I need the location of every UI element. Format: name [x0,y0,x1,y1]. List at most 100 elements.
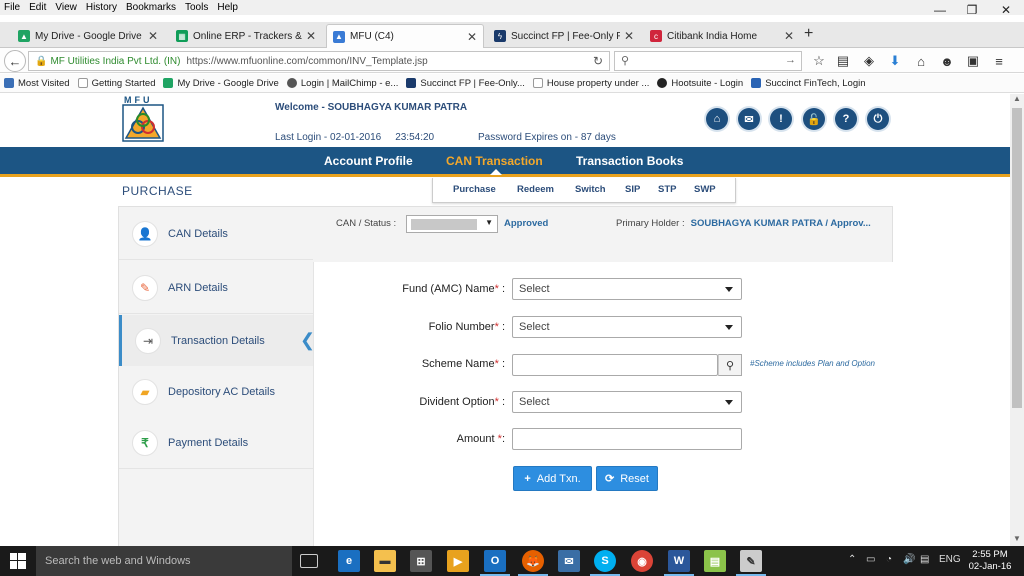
tab-online-erp[interactable]: ▦ Online ERP - Trackers & O... ✕ [170,24,322,48]
pocket-icon[interactable]: ◈ [860,52,878,70]
mail-icon[interactable]: ✉ [558,550,580,572]
language-indicator[interactable]: ENG [939,554,961,565]
paint-icon[interactable]: ✎ [736,550,766,576]
sidebar-item-can-details[interactable]: 👤 CAN Details [119,208,313,260]
tab-google-drive[interactable]: ▲ My Drive - Google Drive ✕ [12,24,164,48]
bookmark-item[interactable]: My Drive - Google Drive [163,78,279,89]
downloads-icon[interactable]: ⬇ [886,52,904,70]
menu-bookmarks[interactable]: Bookmarks [126,2,176,13]
tray-expand-icon[interactable]: ⌃ [848,554,856,565]
amount-input[interactable] [512,428,742,450]
home-icon[interactable]: ⌂ [706,108,728,130]
power-icon[interactable]: ⏻ [867,108,889,130]
close-icon[interactable]: ✕ [148,29,158,43]
new-tab-button[interactable]: + [804,25,813,43]
edge-icon[interactable]: e [338,550,360,572]
media-icon[interactable]: ▶ [447,550,469,572]
url-text[interactable]: https://www.mfuonline.com/common/INV_Tem… [186,56,427,67]
store-icon[interactable]: ⊞ [410,550,432,572]
bookmark-item[interactable]: Hootsuite - Login [657,78,743,89]
menu-history[interactable]: History [86,2,117,13]
notification-icon[interactable]: ▤ [920,554,929,565]
menu-help[interactable]: Help [217,2,238,13]
bookmark-item[interactable]: Getting Started [77,78,155,89]
nav-transaction-books[interactable]: Transaction Books [576,154,683,168]
nav-account-profile[interactable]: Account Profile [324,154,413,168]
scroll-down-icon[interactable]: ▼ [1010,534,1024,546]
tab-mfu[interactable]: ▲ MFU (C4) ✕ [326,24,484,48]
site-identity[interactable]: MF Utilities India Pvt Ltd. (IN) [50,56,180,67]
back-button[interactable]: ← [4,50,26,72]
subnav-sip[interactable]: SIP [625,184,640,195]
bookmark-star-icon[interactable]: ☆ [810,52,828,70]
fund-name-select[interactable]: Select [512,278,742,300]
clock[interactable]: 2:55 PM 02-Jan-16 [968,549,1012,573]
hamburger-menu-icon[interactable]: ≡ [990,52,1008,70]
close-window-button[interactable]: ✕ [990,0,1022,20]
help-icon[interactable]: ? [835,108,857,130]
notepad-icon[interactable]: ▤ [704,550,726,572]
word-icon[interactable]: W [664,550,694,576]
scheme-search-button[interactable]: ⚲ [718,354,742,376]
minimize-button[interactable]: — [924,0,956,20]
tab-citibank[interactable]: c Citibank India Home ✕ [644,24,800,48]
scheme-name-input[interactable] [512,354,718,376]
hello-icon[interactable]: ☻ [938,52,956,70]
volume-icon[interactable]: 🔊 [903,554,915,565]
firefox-icon[interactable]: 🦊 [518,550,548,576]
bookmark-label: Succinct FinTech, Login [765,77,866,89]
menu-tools[interactable]: Tools [185,2,208,13]
close-icon[interactable]: ✕ [306,29,316,43]
menu-edit[interactable]: Edit [29,2,46,13]
bookmark-item[interactable]: Succinct FinTech, Login [751,77,866,89]
file-explorer-icon[interactable]: ▬ [374,550,396,572]
wifi-icon[interactable]: ◔ [886,554,892,565]
bookmark-item[interactable]: Most Visited [4,78,70,89]
network-icon[interactable]: ▭ [866,554,875,565]
close-icon[interactable]: ✕ [624,29,634,43]
bookmark-item[interactable]: Succinct FP | Fee-Only... [406,78,525,89]
taskbar-search[interactable]: Search the web and Windows [36,546,292,576]
extension-icon[interactable]: ▣ [964,52,982,70]
sidebar-item-depository[interactable]: ▰ Depository AC Details [119,366,313,418]
maximize-button[interactable]: ❐ [956,0,988,20]
welcome-text: Welcome - SOUBHAGYA KUMAR PATRA [275,102,468,113]
chevron-down-icon [725,325,733,330]
task-view-icon[interactable] [300,554,318,568]
menu-file[interactable]: File [4,2,20,13]
address-bar[interactable]: 🔒 MF Utilities India Pvt Ltd. (IN) https… [28,51,610,71]
subnav-redeem[interactable]: Redeem [517,184,554,195]
outlook-icon[interactable]: O [480,550,510,576]
reload-icon[interactable]: ↻ [593,54,603,68]
lock-icon[interactable]: 🔓 [803,108,825,130]
menu-view[interactable]: View [55,2,77,13]
vertical-scrollbar[interactable]: ▲ ▼ [1010,94,1024,546]
tab-succinct-fp[interactable]: ϟ Succinct FP | Fee-Only Fin... ✕ [488,24,640,48]
can-select[interactable]: ▼ [406,215,498,233]
home-icon[interactable]: ⌂ [912,52,930,70]
start-button[interactable] [0,546,36,576]
scroll-up-icon[interactable]: ▲ [1010,94,1024,106]
chrome-icon[interactable]: ◉ [631,550,653,572]
reset-button[interactable]: ⟳ Reset [596,466,658,491]
subnav-switch[interactable]: Switch [575,184,606,195]
info-icon[interactable]: ! [770,108,792,130]
mail-icon[interactable]: ✉ [738,108,760,130]
scroll-thumb[interactable] [1012,108,1022,408]
subnav-purchase[interactable]: Purchase [453,184,496,195]
skype-icon[interactable]: S [590,550,620,576]
dividend-option-select[interactable]: Select [512,391,742,413]
subnav-swp[interactable]: SWP [694,184,716,195]
add-txn-button[interactable]: + Add Txn. [513,466,592,491]
reading-list-icon[interactable]: ▤ [834,52,852,70]
close-icon[interactable]: ✕ [784,29,794,43]
tab-label: Citibank India Home [667,30,758,42]
search-input[interactable]: ⚲ → [614,51,802,71]
close-icon[interactable]: ✕ [467,30,477,44]
bookmark-item[interactable]: House property under ... [532,78,649,89]
bookmark-item[interactable]: Login | MailChimp - e... [286,78,398,89]
subnav-stp[interactable]: STP [658,184,676,195]
folio-number-select[interactable]: Select [512,316,742,338]
nav-can-transaction[interactable]: CAN Transaction [446,154,543,168]
go-arrow-icon[interactable]: → [785,54,796,66]
